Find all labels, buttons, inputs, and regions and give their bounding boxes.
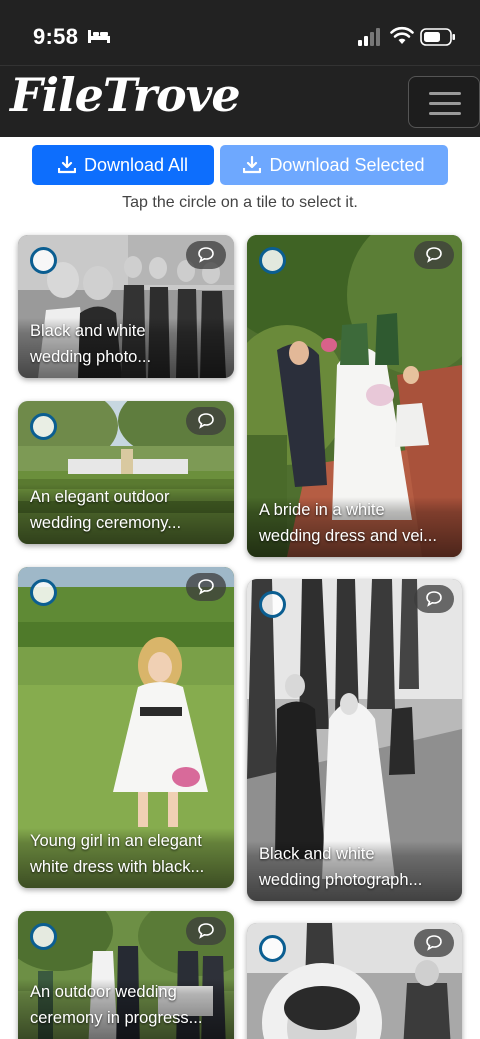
download-toolbar: Download All Download Selected Tap the c… [0, 137, 480, 229]
signal-icon [358, 28, 380, 46]
tile-caption: A bride in a white wedding dress and vei… [247, 497, 462, 557]
comment-icon [426, 247, 442, 263]
comment-icon [198, 579, 214, 595]
photo-tile[interactable]: Black and white wedding photograph... [247, 579, 462, 901]
tile-caption-line: ceremony in progress... [30, 1009, 203, 1027]
comment-button[interactable] [186, 917, 226, 945]
download-all-button[interactable]: Download All [32, 145, 214, 185]
comment-icon [198, 413, 214, 429]
comment-icon [426, 935, 442, 951]
tile-caption: Black and white wedding photograph... [247, 841, 462, 901]
status-time: 9:58 [33, 24, 79, 49]
tile-caption-line: A bride in a white [259, 501, 385, 519]
tile-caption-line: Black and white [30, 322, 146, 340]
tile-caption: Black and white wedding photo... [18, 318, 234, 378]
photo-tile[interactable]: An outdoor wedding ceremony in progress.… [18, 911, 234, 1039]
comment-icon [198, 247, 214, 263]
select-circle-icon[interactable] [30, 923, 57, 950]
comment-button[interactable] [186, 241, 226, 269]
photo-tile[interactable]: A bride in a white wedding dress and vei… [247, 235, 462, 557]
navbar: FileTrove [0, 65, 480, 137]
download-selected-label: Download Selected [269, 154, 425, 175]
tile-caption-line: An outdoor wedding [30, 983, 177, 1001]
download-icon [57, 156, 76, 174]
photo-tile[interactable] [247, 923, 462, 1039]
wifi-icon [390, 26, 414, 44]
menu-toggle-button[interactable] [408, 76, 480, 128]
tile-caption: An elegant outdoor wedding ceremony... [18, 484, 234, 544]
menu-icon [429, 92, 461, 95]
bed-icon [88, 30, 110, 43]
tile-caption-line: wedding photograph... [259, 871, 423, 889]
tile-caption-line: white dress with black... [30, 858, 205, 876]
tile-caption: An outdoor wedding ceremony in progress.… [18, 979, 234, 1039]
select-circle-icon[interactable] [30, 579, 57, 606]
download-selected-button[interactable]: Download Selected [220, 145, 448, 185]
comment-button[interactable] [186, 573, 226, 601]
photo-tile[interactable]: Black and white wedding photo... [18, 235, 234, 378]
tile-caption-line: wedding dress and vei... [259, 527, 437, 545]
tile-caption-line: An elegant outdoor [30, 488, 170, 506]
brand-logo[interactable]: FileTrove [10, 68, 241, 122]
select-circle-icon[interactable] [30, 413, 57, 440]
selection-hint: Tap the circle on a tile to select it. [122, 194, 358, 211]
tile-caption-line: Young girl in an elegant [30, 832, 202, 850]
comment-button[interactable] [414, 585, 454, 613]
tile-caption-line: wedding ceremony... [30, 514, 182, 532]
select-circle-icon[interactable] [30, 247, 57, 274]
tile-caption-line: wedding photo... [30, 348, 152, 366]
photo-tile[interactable]: An elegant outdoor wedding ceremony... [18, 401, 234, 544]
comment-icon [198, 923, 214, 939]
comment-icon [426, 591, 442, 607]
comment-button[interactable] [186, 407, 226, 435]
tile-caption-line: Black and white [259, 845, 375, 863]
status-bar: 9:58 [0, 0, 480, 65]
comment-button[interactable] [414, 241, 454, 269]
comment-button[interactable] [414, 929, 454, 957]
download-icon [243, 156, 262, 174]
photo-tile[interactable]: Young girl in an elegant white dress wit… [18, 567, 234, 888]
battery-icon [420, 28, 455, 46]
select-circle-icon[interactable] [259, 247, 286, 274]
select-circle-icon[interactable] [259, 591, 286, 618]
tile-caption: Young girl in an elegant white dress wit… [18, 828, 234, 888]
select-circle-icon[interactable] [259, 935, 286, 962]
download-all-label: Download All [83, 154, 189, 175]
